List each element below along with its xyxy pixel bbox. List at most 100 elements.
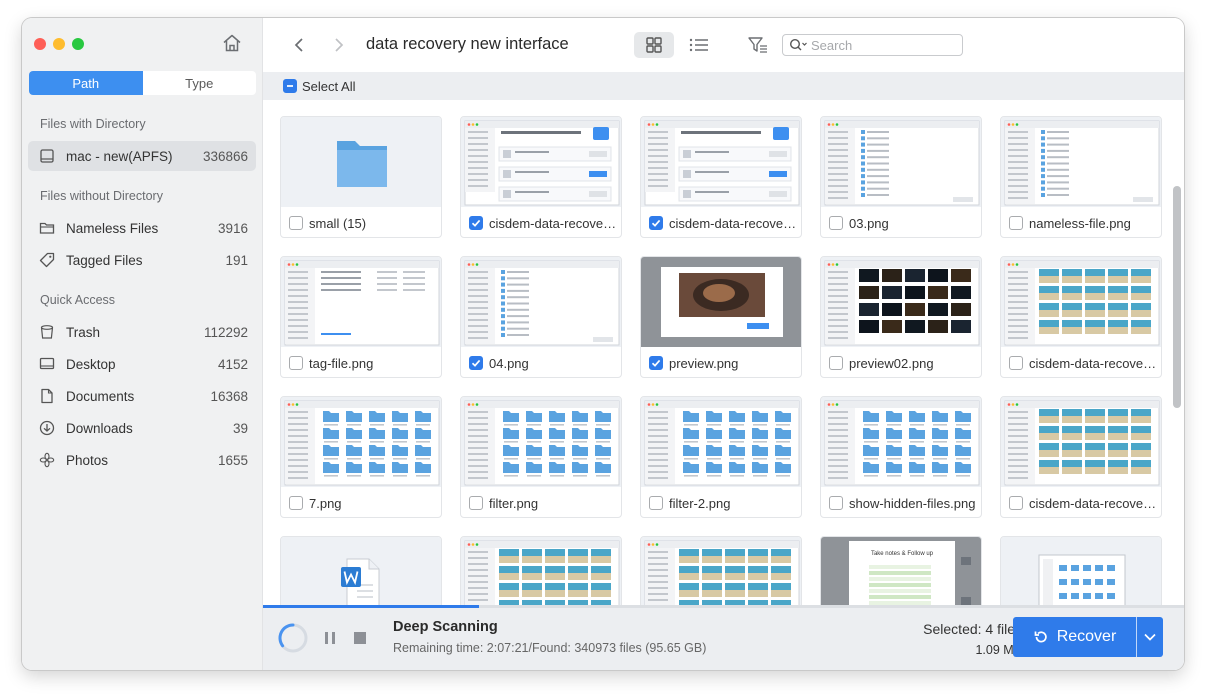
search-box[interactable]	[782, 34, 963, 56]
minimize-window-button[interactable]	[53, 38, 65, 50]
document-icon	[38, 387, 56, 405]
file-checkbox[interactable]	[829, 496, 843, 510]
file-checkbox[interactable]	[1009, 356, 1023, 370]
back-button[interactable]	[289, 34, 309, 56]
file-caption: show-hidden-files.png	[821, 487, 981, 517]
sidebar-item-mac-new[interactable]: mac - new(APFS) 336866	[28, 141, 256, 171]
sidebar-item-label: Photos	[66, 452, 109, 468]
stop-icon	[354, 632, 366, 644]
sidebar-item-photos[interactable]: Photos 1655	[28, 445, 256, 475]
file-card[interactable]: filter.png	[460, 396, 622, 518]
recover-button[interactable]: Recover	[1013, 617, 1136, 657]
close-window-button[interactable]	[34, 38, 46, 50]
sidebar-item-count: 1655	[217, 452, 248, 468]
file-card[interactable]: preview.png	[640, 256, 802, 378]
file-card[interactable]: cisdem-data-recovery.png	[460, 116, 622, 238]
file-checkbox[interactable]	[1009, 216, 1023, 230]
scan-status-title: Deep Scanning	[393, 619, 498, 635]
view-mode-segmented-control: Path Type	[29, 71, 256, 95]
recover-divider	[1136, 617, 1137, 657]
file-thumbnail	[281, 537, 441, 605]
file-name: 7.png	[309, 495, 342, 511]
file-card[interactable]: show-hidden-files.png	[820, 396, 982, 518]
file-caption: nameless-file.png	[1001, 207, 1161, 237]
file-card[interactable]: filter-2.png	[640, 396, 802, 518]
file-caption: 04.png	[461, 347, 621, 377]
sidebar-item-count: 336866	[202, 148, 248, 164]
app-window: Path Type Files with Directory mac - new…	[22, 18, 1184, 670]
home-icon[interactable]	[221, 32, 243, 54]
file-checkbox[interactable]	[649, 356, 663, 370]
selection-info: Selected: 4 files 1.09 MB	[923, 621, 1022, 657]
file-checkbox[interactable]	[829, 356, 843, 370]
sidebar-item-label: Downloads	[66, 420, 133, 436]
sidebar-item-desktop[interactable]: Desktop 4152	[28, 349, 256, 379]
tab-type[interactable]: Type	[143, 71, 257, 95]
file-caption: preview02.png	[821, 347, 981, 377]
file-checkbox[interactable]	[469, 496, 483, 510]
file-thumbnail	[461, 397, 621, 487]
trash-icon	[38, 323, 56, 341]
file-card[interactable]: 04.png	[460, 256, 622, 378]
file-thumbnail	[641, 257, 801, 347]
file-checkbox[interactable]	[649, 496, 663, 510]
sidebar-item-downloads[interactable]: Downloads 39	[28, 413, 256, 443]
file-checkbox[interactable]	[289, 356, 303, 370]
file-name: nameless-file.png	[1029, 215, 1131, 231]
recover-button-group: Recover	[1013, 617, 1163, 657]
search-input[interactable]	[811, 37, 961, 53]
sidebar-item-tagged-files[interactable]: Tagged Files 191	[28, 245, 256, 275]
file-card[interactable]	[460, 536, 622, 605]
file-card[interactable]: tag-file.png	[280, 256, 442, 378]
file-checkbox[interactable]	[649, 216, 663, 230]
file-card[interactable]	[640, 536, 802, 605]
file-card[interactable]: small (15)	[280, 116, 442, 238]
file-name: cisdem-data-recovery.png	[669, 215, 797, 231]
file-card[interactable]: cisdem-data-recovery.png	[640, 116, 802, 238]
pause-button[interactable]	[322, 630, 338, 646]
sidebar-item-documents[interactable]: Documents 16368	[28, 381, 256, 411]
sidebar-item-trash[interactable]: Trash 112292	[28, 317, 256, 347]
file-checkbox[interactable]	[289, 216, 303, 230]
file-card[interactable]: cisdem-data-recovery.png	[1000, 256, 1162, 378]
file-checkbox[interactable]	[829, 216, 843, 230]
file-card[interactable]: nameless-file.png	[1000, 116, 1162, 238]
file-card[interactable]: Take notes & Follow up	[820, 536, 982, 605]
stop-button[interactable]	[352, 630, 368, 646]
vertical-scrollbar[interactable]	[1173, 186, 1181, 408]
filter-icon	[748, 37, 767, 53]
list-view-button[interactable]	[682, 32, 716, 58]
grid-icon	[646, 37, 662, 53]
recover-options-dropdown[interactable]	[1137, 617, 1163, 657]
select-all-checkbox[interactable]	[283, 79, 297, 93]
select-all-bar: Select All	[263, 72, 1184, 100]
chevron-left-icon	[294, 38, 303, 52]
file-checkbox[interactable]	[289, 496, 303, 510]
file-thumbnail	[281, 257, 441, 347]
zoom-window-button[interactable]	[72, 38, 84, 50]
file-caption: cisdem-data-recovery.png	[1001, 487, 1161, 517]
file-card[interactable]	[280, 536, 442, 605]
grid-view-button[interactable]	[634, 32, 674, 58]
loading-spinner-icon	[277, 622, 309, 654]
file-checkbox[interactable]	[469, 216, 483, 230]
file-checkbox[interactable]	[1009, 496, 1023, 510]
forward-button[interactable]	[329, 34, 349, 56]
chevron-right-icon	[335, 38, 344, 52]
filter-button[interactable]	[745, 32, 771, 58]
file-name: filter.png	[489, 495, 539, 511]
file-caption: filter-2.png	[641, 487, 801, 517]
file-card[interactable]: 7.png	[280, 396, 442, 518]
scan-progress-track	[263, 605, 1184, 608]
tab-path[interactable]: Path	[29, 71, 143, 95]
file-thumbnail	[281, 397, 441, 487]
select-all-label: Select All	[302, 78, 356, 94]
checkmark-icon	[471, 359, 481, 367]
file-checkbox[interactable]	[469, 356, 483, 370]
file-card[interactable]: cisdem-data-recovery.png	[1000, 396, 1162, 518]
sidebar-item-nameless-files[interactable]: Nameless Files 3916	[28, 213, 256, 243]
file-thumbnail	[821, 117, 981, 207]
file-card[interactable]: preview02.png	[820, 256, 982, 378]
file-card[interactable]: 03.png	[820, 116, 982, 238]
file-card[interactable]	[1000, 536, 1162, 605]
